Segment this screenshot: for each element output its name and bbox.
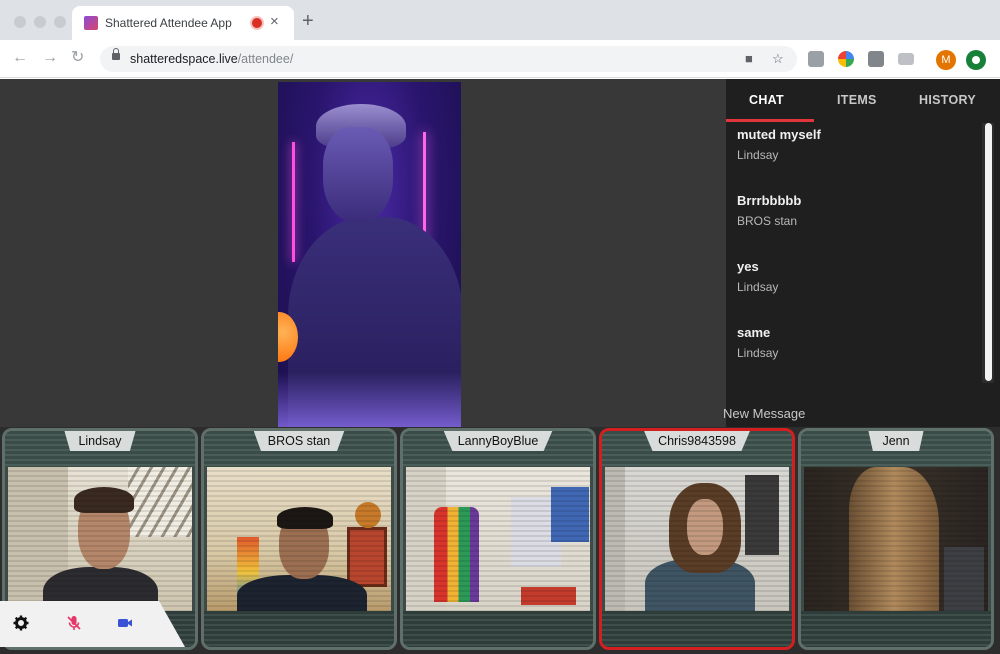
participant-tile-active[interactable]: Chris9843598 [599, 428, 795, 650]
extension-icon[interactable] [898, 53, 914, 65]
bookmark-star-icon[interactable]: ☆ [772, 51, 784, 67]
window-maximize-control[interactable] [54, 16, 66, 28]
chat-message: muted myself Lindsay [737, 127, 821, 162]
scanline-overlay [804, 467, 988, 611]
chat-scrollbar-thumb[interactable] [985, 123, 992, 381]
participant-name: Lindsay [64, 431, 136, 451]
scanline-overlay [605, 467, 789, 611]
sidebar-panel: CHAT ITEMS HISTORY muted myself Lindsay … [723, 79, 1000, 427]
url-path: /attendee/ [237, 52, 294, 66]
participant-tile[interactable]: Jenn [798, 428, 994, 650]
participant-tile[interactable]: LannyBoyBlue [400, 428, 596, 650]
chat-message-text: Brrrbbbbb [737, 193, 802, 208]
chat-message-text: same [737, 325, 771, 340]
site-favicon-icon [84, 16, 98, 30]
chat-message: yes Lindsay [737, 259, 778, 294]
chat-message: Brrrbbbbb BROS stan [737, 193, 801, 228]
participant-name: BROS stan [253, 431, 345, 451]
browser-toolbar: ← → ↻ shatteredspace.live/attendee/ ■ ☆ … [0, 40, 1000, 78]
extension-icon[interactable] [966, 50, 986, 70]
attendee-app: CHAT ITEMS HISTORY muted myself Lindsay … [0, 79, 1000, 654]
mic-muted-icon [67, 616, 81, 630]
url-text[interactable]: shatteredspace.live/attendee/ [130, 52, 293, 66]
mic-toggle-button[interactable] [66, 615, 82, 635]
chat-message-author: Lindsay [737, 346, 779, 360]
tab-items[interactable]: ITEMS [837, 93, 877, 107]
tile-footer [403, 611, 593, 647]
speaker-face [323, 127, 393, 222]
participant-video [207, 467, 391, 611]
participant-name: Jenn [868, 431, 924, 451]
scanline-overlay [207, 467, 391, 611]
reload-button[interactable]: ↻ [71, 49, 84, 67]
chat-message-author: BROS stan [737, 214, 798, 228]
tile-footer [602, 611, 792, 647]
media-controls [0, 601, 185, 647]
participant-video [406, 467, 590, 611]
tab-history[interactable]: HISTORY [919, 93, 976, 107]
address-bar[interactable]: shatteredspace.live/attendee/ ■ ☆ [100, 46, 797, 72]
scanline-overlay [8, 467, 192, 611]
browser-tab-bar: Shattered Attendee App × + [0, 0, 1000, 40]
participant-name: Chris9843598 [644, 431, 750, 451]
settings-button[interactable] [13, 615, 29, 635]
scanline-overlay [406, 467, 590, 611]
camera-toggle-button[interactable] [117, 615, 133, 635]
extension-icon[interactable] [868, 51, 884, 67]
participant-video [605, 467, 789, 611]
profile-avatar[interactable]: M [936, 50, 956, 70]
participant-video [804, 467, 988, 611]
main-stage [0, 79, 726, 427]
participant-name: LannyBoyBlue [443, 431, 553, 451]
window-close-control[interactable] [14, 16, 26, 28]
browser-tab[interactable]: Shattered Attendee App × [72, 6, 294, 40]
back-button[interactable]: ← [12, 49, 28, 67]
recording-indicator-icon [252, 18, 262, 28]
chat-message-list: muted myself Lindsay Brrrbbbbb BROS stan… [726, 123, 982, 393]
new-tab-button[interactable]: + [302, 11, 314, 31]
gear-icon [13, 615, 29, 631]
extension-icon[interactable] [808, 51, 824, 67]
new-message-input[interactable] [723, 401, 993, 425]
url-domain: shatteredspace.live [130, 52, 238, 66]
chat-message-text: yes [737, 259, 759, 274]
chat-message: same Lindsay [737, 325, 778, 360]
tile-footer [204, 611, 394, 647]
window-minimize-control[interactable] [34, 16, 46, 28]
light-glow [278, 372, 461, 427]
active-tab-indicator [726, 119, 814, 122]
chat-message-author: Lindsay [737, 280, 779, 294]
participant-tile[interactable]: BROS stan [201, 428, 397, 650]
tab-title: Shattered Attendee App [105, 16, 232, 30]
extension-icon[interactable] [838, 51, 854, 67]
neon-light [292, 142, 295, 262]
forward-button[interactable]: → [42, 49, 58, 67]
sidebar-tabs: CHAT ITEMS HISTORY [726, 79, 1000, 122]
camera-icon [118, 619, 132, 627]
main-speaker-video [278, 82, 461, 427]
lock-icon [112, 48, 120, 60]
tab-chat[interactable]: CHAT [749, 93, 784, 107]
tile-footer [801, 611, 991, 647]
camera-in-use-icon[interactable]: ■ [745, 51, 753, 66]
tab-close-icon[interactable]: × [270, 13, 279, 30]
chat-message-text: muted myself [737, 127, 821, 142]
chat-scrollbar[interactable] [982, 123, 994, 383]
participant-video [8, 467, 192, 611]
chat-message-author: Lindsay [737, 148, 779, 162]
